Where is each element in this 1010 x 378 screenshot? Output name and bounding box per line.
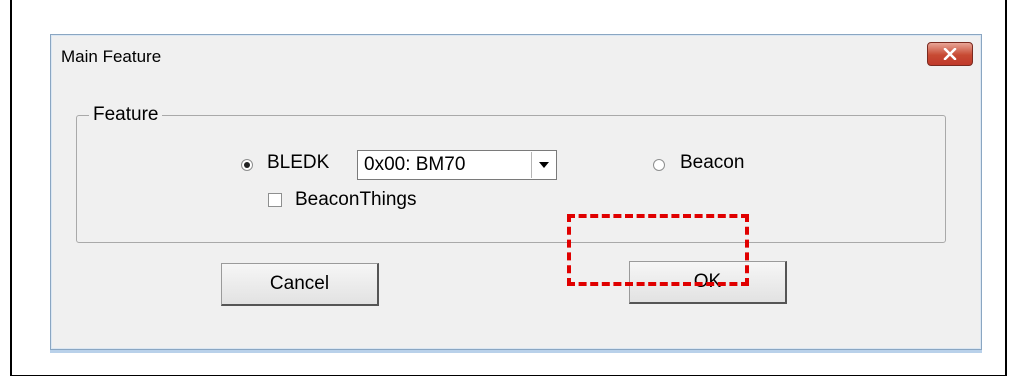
ok-highlight-annotation (567, 214, 749, 286)
feature-groupbox: Feature BLEDK 0x00: BM70 Beacon BeaconTh… (76, 104, 946, 243)
beacon-things-label: BeaconThings (295, 189, 417, 210)
device-select[interactable]: 0x00: BM70 (357, 150, 557, 180)
main-feature-dialog: Main Feature Feature BLEDK 0x00: BM70 Be… (50, 34, 982, 353)
device-select-dropdown-button[interactable] (531, 152, 555, 178)
bledk-radio[interactable] (241, 159, 253, 171)
close-x-icon (943, 48, 957, 60)
device-select-value: 0x00: BM70 (364, 154, 466, 175)
chevron-down-icon (538, 162, 549, 168)
bledk-label: BLEDK (267, 152, 330, 173)
cancel-button[interactable]: Cancel (221, 263, 379, 306)
beacon-label: Beacon (680, 152, 745, 173)
beacon-things-checkbox[interactable] (268, 193, 282, 207)
beacon-radio[interactable] (653, 159, 665, 171)
feature-group-label: Feature (89, 104, 163, 126)
dialog-title: Main Feature (61, 47, 162, 66)
close-button[interactable] (927, 42, 973, 66)
